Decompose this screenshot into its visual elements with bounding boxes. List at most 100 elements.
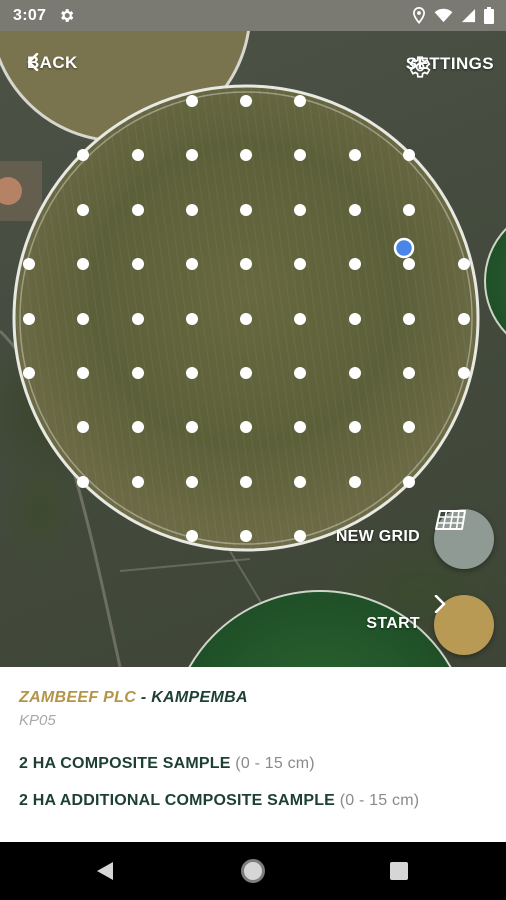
grid-point — [186, 476, 198, 488]
grid-point — [349, 313, 361, 325]
wifi-icon — [434, 8, 453, 23]
field-info-panel: ZAMBEEF PLC - KAMPEMBA KP05 2 HA COMPOSI… — [0, 667, 506, 842]
status-time: 3:07 — [13, 6, 47, 24]
start-button[interactable] — [434, 595, 494, 655]
grid-point — [23, 258, 35, 270]
grid-point — [132, 476, 144, 488]
settings-button[interactable]: SETTINGS — [406, 54, 494, 78]
grid-point — [294, 367, 306, 379]
grid-point — [186, 149, 198, 161]
grid-point — [132, 421, 144, 433]
sample-depth: (0 - 15 cm) — [339, 792, 420, 809]
grid-point — [240, 367, 252, 379]
sample-depth: (0 - 15 cm) — [235, 755, 315, 772]
chevron-left-icon — [27, 53, 39, 71]
grid-point — [403, 421, 415, 433]
chevron-right-icon — [434, 595, 446, 613]
grid-point — [186, 530, 198, 542]
grid-point — [186, 367, 198, 379]
grid-point — [240, 476, 252, 488]
grid-point — [132, 204, 144, 216]
map-canvas — [0, 31, 506, 667]
grid-point — [240, 204, 252, 216]
grid-point — [240, 530, 252, 542]
recents-square-icon[interactable] — [390, 862, 408, 880]
grid-panel-icon — [435, 510, 466, 530]
field-code: KP05 — [19, 712, 56, 729]
new-grid-label[interactable]: NEW GRID — [336, 528, 420, 546]
sample-label: 2 HA COMPOSITE SAMPLE — [19, 755, 231, 772]
settings-gear-icon — [409, 56, 431, 78]
grid-point — [349, 204, 361, 216]
grid-point — [458, 258, 470, 270]
grid-point — [23, 313, 35, 325]
grid-point — [132, 149, 144, 161]
grid-point — [458, 313, 470, 325]
grid-point — [132, 313, 144, 325]
farm-field-title: ZAMBEEF PLC - KAMPEMBA — [19, 689, 487, 707]
gear-icon — [61, 9, 74, 22]
grid-point — [349, 476, 361, 488]
grid-point — [294, 313, 306, 325]
grid-point — [186, 204, 198, 216]
satellite-map[interactable]: BACK SETTINGS NEW GRID START — [0, 31, 506, 667]
grid-point — [294, 204, 306, 216]
grid-point — [77, 421, 89, 433]
neighbor-pivot-field — [188, 590, 452, 667]
grid-point — [294, 149, 306, 161]
grid-point — [294, 530, 306, 542]
grid-point — [77, 476, 89, 488]
grid-point — [240, 313, 252, 325]
grid-point — [186, 258, 198, 270]
grid-point — [403, 204, 415, 216]
grid-point — [240, 95, 252, 107]
start-label[interactable]: START — [366, 615, 420, 633]
grid-point — [240, 149, 252, 161]
grid-point — [349, 421, 361, 433]
neighbor-pivot-field — [484, 227, 506, 335]
grid-point — [77, 204, 89, 216]
dirt-road — [119, 558, 251, 572]
grid-point — [240, 421, 252, 433]
signal-icon — [461, 8, 476, 23]
grid-point — [403, 313, 415, 325]
grid-point — [186, 421, 198, 433]
farm-name: ZAMBEEF PLC — [19, 689, 137, 706]
sample-label: 2 HA ADDITIONAL COMPOSITE SAMPLE — [19, 792, 336, 809]
grid-point — [349, 367, 361, 379]
grid-point — [77, 313, 89, 325]
grid-point — [403, 149, 415, 161]
grid-point — [403, 367, 415, 379]
grid-point — [294, 258, 306, 270]
grid-point — [349, 149, 361, 161]
grid-point — [77, 367, 89, 379]
title-separator: - — [136, 689, 152, 706]
field-name: KAMPEMBA — [151, 689, 248, 706]
grid-point — [186, 313, 198, 325]
back-button[interactable]: BACK — [27, 53, 78, 73]
system-nav-bar — [0, 842, 506, 900]
back-triangle-icon[interactable] — [95, 861, 115, 881]
grid-point — [294, 476, 306, 488]
grid-point — [458, 367, 470, 379]
grid-point — [186, 95, 198, 107]
grid-point — [240, 258, 252, 270]
home-circle-icon[interactable] — [241, 859, 265, 883]
grid-point — [349, 258, 361, 270]
grid-point — [132, 258, 144, 270]
grid-point — [294, 95, 306, 107]
grid-point — [403, 476, 415, 488]
grid-point — [294, 421, 306, 433]
status-bar: 3:07 — [0, 0, 506, 31]
sample-type-item: 2 HA ADDITIONAL COMPOSITE SAMPLE (0 - 15… — [19, 792, 487, 810]
battery-icon — [484, 7, 494, 24]
grid-point — [77, 149, 89, 161]
sample-type-item: 2 HA COMPOSITE SAMPLE (0 - 15 cm) — [19, 755, 487, 773]
grid-point — [403, 258, 415, 270]
location-icon — [413, 7, 425, 24]
grid-point — [23, 367, 35, 379]
grid-point — [132, 367, 144, 379]
new-grid-button[interactable] — [434, 509, 494, 569]
grid-point — [77, 258, 89, 270]
current-location-marker — [393, 237, 415, 259]
